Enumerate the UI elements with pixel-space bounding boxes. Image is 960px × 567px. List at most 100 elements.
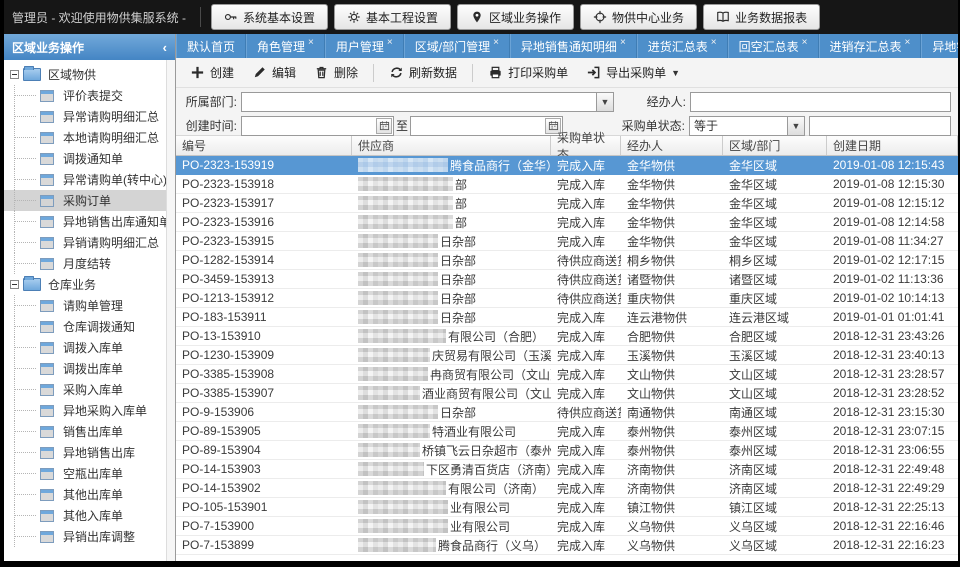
- column-header-供应商[interactable]: 供应商: [352, 136, 551, 155]
- table-row[interactable]: PO-3385-153907酒业商贸有限公司（文山）完成入库文山物供文山区域20…: [176, 384, 958, 403]
- toolbar-button-编辑[interactable]: 编辑: [244, 60, 304, 85]
- tab-默认首页[interactable]: 默认首页: [176, 34, 246, 58]
- dept-select[interactable]: ▼: [241, 92, 614, 112]
- tab-角色管理[interactable]: 角色管理×: [246, 34, 325, 58]
- close-icon[interactable]: ×: [308, 37, 314, 48]
- cell-supplier: 业有限公司: [352, 499, 551, 516]
- close-icon[interactable]: ×: [802, 37, 808, 48]
- tree-folder[interactable]: 仓库业务: [4, 274, 166, 295]
- toolbar-button-打印采购单[interactable]: 打印采购单: [480, 60, 576, 85]
- collapse-minus-icon[interactable]: [10, 280, 19, 289]
- table-row[interactable]: PO-89-153904桥镇飞云日杂超市（泰州）完成入库泰州物供泰州区域2018…: [176, 441, 958, 460]
- close-icon[interactable]: ×: [711, 37, 717, 48]
- table-row[interactable]: PO-2323-153919腾食品商行（金华）完成入库金华物供金华区域2019-…: [176, 156, 958, 175]
- topbar-button[interactable]: 基本工程设置: [334, 4, 451, 30]
- tree-item-调拨出库单[interactable]: 调拨出库单: [4, 358, 166, 379]
- close-icon[interactable]: ×: [387, 37, 393, 48]
- tab-进销存汇总表[interactable]: 进销存汇总表×: [819, 34, 922, 58]
- table-row[interactable]: PO-2323-153916部完成入库金华物供金华区域2019-01-08 12…: [176, 213, 958, 232]
- tree-item-调拨入库单[interactable]: 调拨入库单: [4, 337, 166, 358]
- calendar-icon[interactable]: [376, 118, 392, 134]
- table-row[interactable]: PO-14-153903下区勇清百货店（济南）完成入库济南物供济南区域2018-…: [176, 460, 958, 479]
- table-row[interactable]: PO-3385-153908冉商贸有限公司（文山）完成入库文山物供文山区域201…: [176, 365, 958, 384]
- tree-item-月度结转[interactable]: 月度结转: [4, 253, 166, 274]
- column-header-区域/部门[interactable]: 区域/部门: [723, 136, 827, 155]
- table-row[interactable]: PO-183-153911日杂部完成入库连云港物供连云港区域2019-01-01…: [176, 308, 958, 327]
- tree-item-调拨通知单[interactable]: 调拨通知单: [4, 148, 166, 169]
- chevron-down-icon[interactable]: ▼: [787, 117, 804, 135]
- toolbar-button-创建[interactable]: 创建: [182, 60, 242, 85]
- to-label: 至: [396, 117, 408, 134]
- tree-item-异销出库调整[interactable]: 异销出库调整: [4, 526, 166, 547]
- tree-item-其他出库单[interactable]: 其他出库单: [4, 484, 166, 505]
- table-row[interactable]: PO-14-153902有限公司（济南）完成入库济南物供济南区域2018-12-…: [176, 479, 958, 498]
- privacy-mosaic: [358, 481, 446, 495]
- topbar-button[interactable]: 区域业务操作: [457, 4, 574, 30]
- status-value-input[interactable]: [810, 117, 950, 135]
- tab-异地销售调整明细[interactable]: 异地销售调整明细×: [921, 34, 958, 58]
- table-row[interactable]: PO-9-153906日杂部待供应商送货南通物供南通区域2018-12-31 2…: [176, 403, 958, 422]
- table-row[interactable]: PO-1230-153909庆贸易有限公司（玉溪）完成入库玉溪物供玉溪区域201…: [176, 346, 958, 365]
- close-icon[interactable]: ×: [905, 37, 911, 48]
- date-from-input[interactable]: [242, 117, 376, 135]
- table-row[interactable]: PO-3459-153913日杂部待供应商送货诸暨物供诸暨区域2019-01-0…: [176, 270, 958, 289]
- close-icon[interactable]: ×: [493, 37, 499, 48]
- chevron-down-icon[interactable]: ▼: [596, 93, 613, 111]
- toolbar-button-导出采购单[interactable]: 导出采购单▼: [578, 60, 688, 85]
- table-row[interactable]: PO-89-153905特酒业有限公司完成入库泰州物供泰州区域2018-12-3…: [176, 422, 958, 441]
- cell-status: 待供应商送货: [551, 404, 621, 421]
- tree-item-采购订单[interactable]: 采购订单: [4, 190, 166, 211]
- operator-input[interactable]: [691, 93, 950, 111]
- table-row[interactable]: PO-13-153910有限公司（合肥）完成入库合肥物供合肥区域2018-12-…: [176, 327, 958, 346]
- tab-区域/部门管理[interactable]: 区域/部门管理×: [404, 34, 510, 58]
- table-row[interactable]: PO-7-153900业有限公司完成入库义乌物供义乌区域2018-12-31 2…: [176, 517, 958, 536]
- status-operator-select[interactable]: 等于 ▼: [689, 116, 805, 136]
- table-row[interactable]: PO-1213-153912日杂部待供应商送货重庆物供重庆区域2019-01-0…: [176, 289, 958, 308]
- close-icon[interactable]: ×: [620, 37, 626, 48]
- table-row[interactable]: PO-2323-153918部完成入库金华物供金华区域2019-01-08 12…: [176, 175, 958, 194]
- tree-item-异常请购明细汇总[interactable]: 异常请购明细汇总: [4, 106, 166, 127]
- supplier-text: 部: [455, 195, 467, 212]
- tree-item-采购入库单[interactable]: 采购入库单: [4, 379, 166, 400]
- table-row[interactable]: PO-105-153901业有限公司完成入库镇江物供镇江区域2018-12-31…: [176, 498, 958, 517]
- topbar-button[interactable]: 系统基本设置: [211, 4, 328, 30]
- tab-异地销售通知明细[interactable]: 异地销售通知明细×: [510, 34, 637, 58]
- toolbar-button-删除[interactable]: 删除: [306, 60, 366, 85]
- content-area: 默认首页角色管理×用户管理×区域/部门管理×异地销售通知明细×进货汇总表×回空汇…: [176, 34, 958, 561]
- tree-item-异销请购明细汇总[interactable]: 异销请购明细汇总: [4, 232, 166, 253]
- supplier-text: 腾食品商行（金华）: [450, 157, 551, 174]
- privacy-mosaic: [358, 234, 438, 248]
- table-row[interactable]: PO-2323-153917部完成入库金华物供金华区域2019-01-08 12…: [176, 194, 958, 213]
- table-row[interactable]: PO-2323-153915日杂部完成入库金华物供金华区域2019-01-08 …: [176, 232, 958, 251]
- table-row[interactable]: PO-7-153899腾食品商行（义乌）完成入库义乌物供义乌区域2018-12-…: [176, 536, 958, 555]
- tree-item-空瓶出库单[interactable]: 空瓶出库单: [4, 463, 166, 484]
- table-row[interactable]: PO-1282-153914日杂部待供应商送货桐乡物供桐乡区域2019-01-0…: [176, 251, 958, 270]
- tree-item-评价表提交[interactable]: 评价表提交: [4, 85, 166, 106]
- column-header-经办人[interactable]: 经办人: [621, 136, 723, 155]
- tab-回空汇总表[interactable]: 回空汇总表×: [728, 34, 819, 58]
- sidebar-collapse-icon[interactable]: ‹: [163, 40, 167, 55]
- topbar-button[interactable]: 物供中心业务: [580, 4, 697, 30]
- column-header-编号[interactable]: 编号: [176, 136, 352, 155]
- tree-item-请购单管理[interactable]: 请购单管理: [4, 295, 166, 316]
- tree-item-异地销售出库通知单[interactable]: 异地销售出库通知单: [4, 211, 166, 232]
- tab-用户管理[interactable]: 用户管理×: [325, 34, 404, 58]
- cell-order-no: PO-2323-153919: [176, 158, 352, 172]
- tree-item-仓库调拨通知[interactable]: 仓库调拨通知: [4, 316, 166, 337]
- book-icon: [716, 10, 730, 24]
- tree-folder[interactable]: 区域物供: [4, 64, 166, 85]
- tree-item-异地销售出库[interactable]: 异地销售出库: [4, 442, 166, 463]
- column-header-采购单状态[interactable]: 采购单状态: [551, 136, 621, 155]
- tree-item-其他入库单[interactable]: 其他入库单: [4, 505, 166, 526]
- tree-item-异地采购入库单[interactable]: 异地采购入库单: [4, 400, 166, 421]
- tab-进货汇总表[interactable]: 进货汇总表×: [637, 34, 728, 58]
- sidebar-scrollbar[interactable]: [166, 60, 175, 561]
- tree-item-销售出库单[interactable]: 销售出库单: [4, 421, 166, 442]
- topbar-button[interactable]: 业务数据报表: [703, 4, 820, 30]
- collapse-minus-icon[interactable]: [10, 70, 19, 79]
- toolbar-button-刷新数据[interactable]: 刷新数据: [381, 60, 465, 85]
- tree-item-本地请购明细汇总[interactable]: 本地请购明细汇总: [4, 127, 166, 148]
- tree-item-异常请购单(转中心)[interactable]: 异常请购单(转中心): [4, 169, 166, 190]
- date-to-input[interactable]: [411, 117, 545, 135]
- column-header-创建日期[interactable]: 创建日期: [827, 136, 958, 155]
